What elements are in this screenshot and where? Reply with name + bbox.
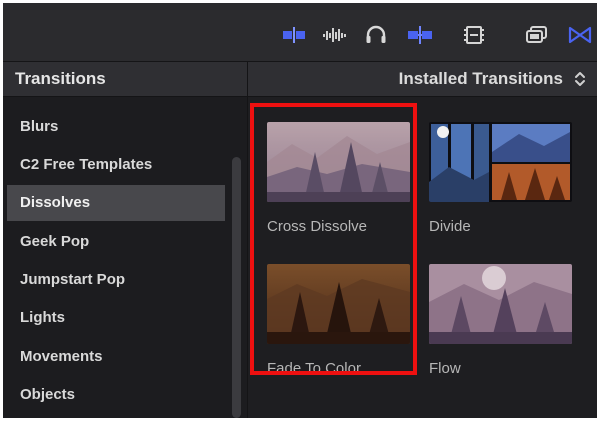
sidebar-title: Transitions [15,69,106,88]
category-sidebar: Blurs C2 Free Templates Dissolves Geek P… [3,97,248,418]
sidebar-item-blurs[interactable]: Blurs [7,109,225,145]
divide-thumbnail [429,122,572,202]
cross-dissolve-thumbnail [267,122,410,202]
sidebar-item-dissolves[interactable]: Dissolves [7,185,225,221]
sidebar-item-movements[interactable]: Movements [7,339,225,375]
browser-header[interactable]: Installed Transitions [248,62,597,97]
audio-waveform-icon[interactable] [321,25,347,45]
transitions-browser: Cross Dissolve Divide Fade To Color Flow [248,97,597,418]
transition-tile-flow[interactable]: Flow [429,264,579,377]
tile-label: Cross Dissolve [267,218,368,235]
toolbar [3,3,597,62]
browser-title[interactable]: Installed Transitions [399,69,563,89]
filmstrip-icon[interactable] [461,25,487,45]
sidebar-item-objects[interactable]: Objects [7,377,225,413]
app-window: Transitions Installed Transitions Blurs … [3,3,597,418]
window-layout-icon[interactable] [524,25,550,45]
sidebar-item-jumpstart-pop[interactable]: Jumpstart Pop [7,262,225,298]
sidebar-header: Transitions [3,62,248,97]
sidebar-item-c2-free-templates[interactable]: C2 Free Templates [7,147,225,183]
clip-appearance-icon[interactable] [281,25,307,45]
sidebar-item-lights[interactable]: Lights [7,300,225,336]
transition-tile-divide[interactable]: Divide [429,122,579,235]
tile-label: Fade To Color [267,360,361,377]
flow-thumbnail [429,264,572,344]
up-down-chevron-icon[interactable] [573,70,587,88]
fade-to-color-thumbnail [267,264,410,344]
headphones-icon[interactable] [363,25,389,45]
transition-tile-cross-dissolve[interactable]: Cross Dissolve [267,122,417,235]
transition-tile-fade-to-color[interactable]: Fade To Color [267,264,417,377]
sidebar-scrollbar[interactable] [232,157,241,418]
sidebar-item-geek-pop[interactable]: Geek Pop [7,224,225,260]
snapping-icon[interactable] [407,25,433,45]
transitions-browser-icon[interactable] [567,25,593,45]
tile-label: Divide [429,218,471,235]
tile-label: Flow [429,360,461,377]
